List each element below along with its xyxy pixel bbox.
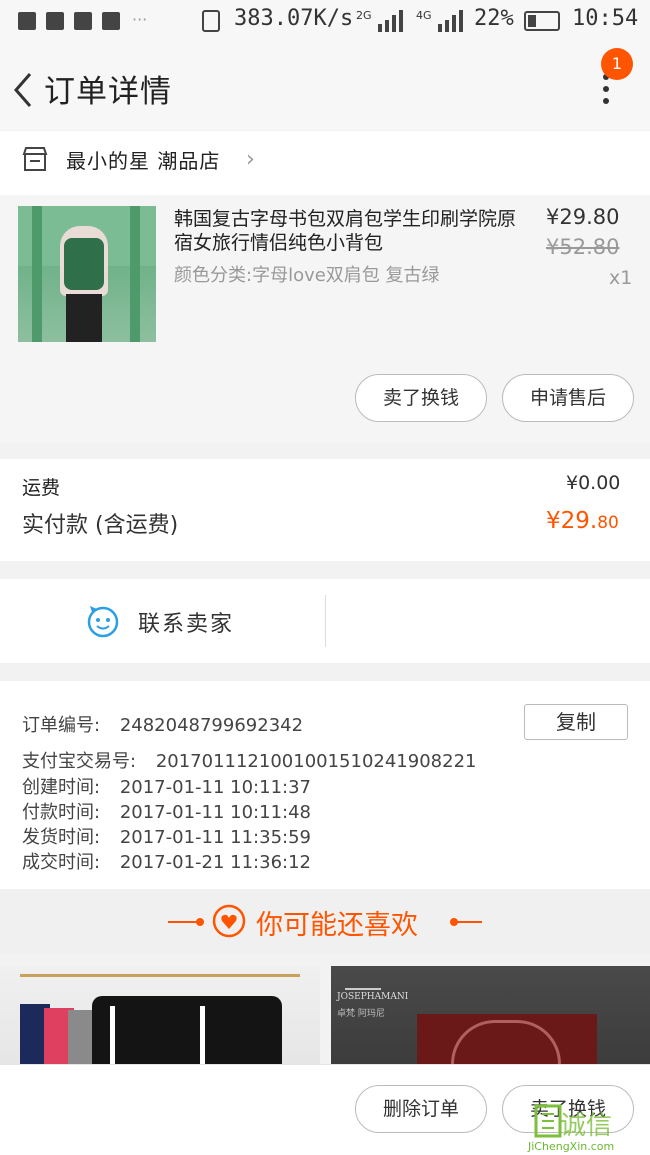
store-icon — [22, 147, 48, 171]
app-icon — [46, 12, 64, 30]
brand-logo — [345, 970, 381, 990]
created-time-row: 创建时间: 2017-01-11 10:11:37 — [22, 773, 311, 799]
more-notifications-icon: ··· — [132, 10, 148, 29]
network-speed: 383.07K/s — [234, 6, 354, 31]
heart-icon — [212, 904, 246, 938]
alipay-number-row: 支付宝交易号: 2017011121001001510241908221 — [22, 747, 476, 773]
shipped-time-row: 发货时间: 2017-01-11 11:35:59 — [22, 823, 311, 849]
page-title: 订单详情 — [44, 74, 172, 110]
watermark-text: 诚信 — [560, 1111, 613, 1141]
info-label: 订单编号: — [22, 715, 101, 736]
completed-time-row: 成交时间: 2017-01-21 11:36:12 — [22, 848, 311, 874]
brand-subtitle: 卓梵 阿玛尼 — [337, 1009, 385, 1019]
signal-icon — [378, 10, 403, 32]
product-thumbnail[interactable] — [18, 206, 156, 342]
paid-time-row: 付款时间: 2017-01-11 10:11:48 — [22, 798, 311, 824]
info-value: 2017-01-11 11:35:59 — [119, 827, 311, 848]
notification-badge: 1 — [601, 48, 633, 80]
sell-for-cash-button[interactable]: 卖了换钱 — [355, 374, 487, 422]
network-type-2: 4G — [416, 9, 432, 22]
recommended-product[interactable] — [0, 966, 320, 1064]
recommend-header: 你可能还喜欢 — [0, 890, 650, 954]
product-card[interactable]: 韩国复古字母书包双肩包学生印刷学院原宿女旅行情侣纯色小背包 颜色分类:字母lov… — [0, 195, 650, 443]
cost-summary: 运费 ¥0.00 实付款 (含运费) ¥29.80 — [0, 459, 650, 561]
order-info: 订单编号: 2482048799692342 复制 支付宝交易号: 201701… — [0, 681, 650, 889]
back-arrow-icon[interactable] — [10, 70, 40, 110]
info-label: 成交时间: — [22, 852, 101, 873]
chevron-right-icon: › — [246, 147, 255, 172]
delete-order-button[interactable]: 删除订单 — [355, 1085, 487, 1133]
watermark-logo — [534, 1104, 562, 1138]
shipping-label: 运费 — [22, 477, 61, 499]
image-icon — [74, 12, 92, 30]
paid-value-main: ¥29. — [546, 508, 598, 534]
brand-name: JOSEPHAMANI — [337, 992, 409, 1002]
info-label: 付款时间: — [22, 802, 101, 823]
shipping-value: ¥0.00 — [566, 472, 621, 494]
signal-icon — [438, 10, 463, 32]
order-number-row: 订单编号: 2482048799692342 — [22, 711, 303, 737]
info-value: 2017-01-21 11:36:12 — [119, 852, 311, 873]
quantity: x1 — [609, 267, 633, 289]
paid-label: 实付款 (含运费) — [22, 513, 179, 538]
notification-icon — [18, 12, 36, 30]
product-title[interactable]: 韩国复古字母书包双肩包学生印刷学院原宿女旅行情侣纯色小背包 — [174, 207, 524, 255]
divider — [168, 921, 198, 923]
info-label: 支付宝交易号: — [22, 751, 137, 772]
watermark-url: JiChengXin.com — [528, 1140, 615, 1153]
store-name: 最小的星 潮品店 — [66, 149, 221, 173]
divider — [325, 595, 326, 647]
copy-button[interactable]: 复制 — [524, 704, 628, 740]
order-number: 2482048799692342 — [119, 715, 304, 736]
info-label: 发货时间: — [22, 827, 101, 848]
chat-icon[interactable] — [86, 604, 120, 638]
network-type-1: 2G — [356, 9, 372, 22]
recommended-product[interactable]: JOSEPHAMANI 卓梵 阿玛尼 — [331, 966, 650, 1064]
paid-value-cents: 80 — [597, 513, 619, 533]
dot-icon — [196, 918, 204, 926]
store-row[interactable]: 最小的星 潮品店 › — [0, 131, 650, 195]
recommend-title: 你可能还喜欢 — [256, 910, 418, 941]
navigation-bar: 订单详情 1 — [0, 44, 650, 130]
battery-icon — [524, 11, 560, 31]
original-price: ¥52.80 — [546, 235, 620, 259]
status-bar: ··· 383.07K/s 2G 4G 22% 10:54 — [0, 0, 650, 44]
battery-percent: 22% — [474, 6, 514, 31]
contact-seller-button[interactable]: 联系卖家 — [138, 606, 234, 638]
contact-seller-row: 联系卖家 — [0, 579, 650, 663]
alipay-number: 2017011121001001510241908221 — [155, 751, 477, 772]
paid-value: ¥29.80 — [546, 508, 619, 534]
vibrate-icon — [202, 10, 220, 32]
info-value: 2017-01-11 10:11:48 — [119, 802, 311, 823]
more-options-icon[interactable] — [596, 74, 616, 120]
divider — [456, 921, 482, 923]
product-price: ¥29.80 — [546, 205, 620, 229]
after-sale-button[interactable]: 申请售后 — [502, 374, 634, 422]
app-icon — [102, 12, 120, 30]
info-label: 创建时间: — [22, 777, 101, 798]
info-value: 2017-01-11 10:11:37 — [119, 777, 311, 798]
clock: 10:54 — [572, 6, 639, 31]
product-sku: 颜色分类:字母love双肩包 复古绿 — [174, 265, 440, 286]
